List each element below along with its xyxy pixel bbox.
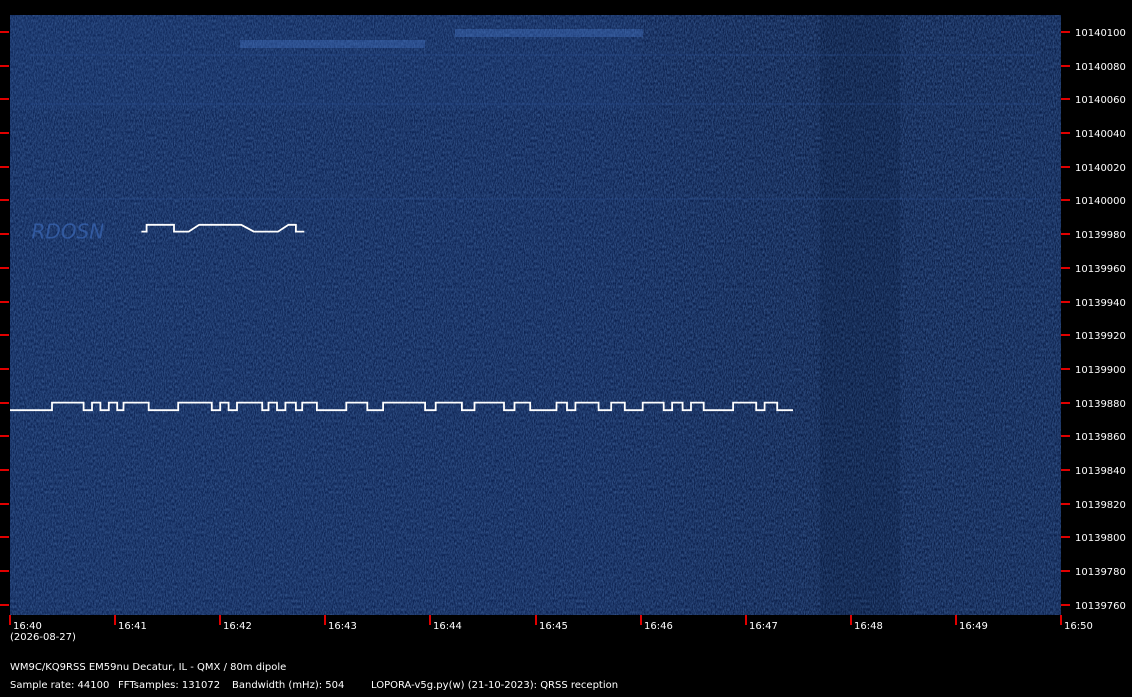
y-tick-label: 10139900 xyxy=(1075,365,1126,376)
x-tick-label: 16:46 xyxy=(644,621,673,632)
y-tick-label: 10139860 xyxy=(1075,432,1126,443)
x-axis: 16:40 16:41 16:42 16:43 16:44 16:45 16:46 16:47… xyxy=(9,615,1093,632)
x-tick-label: 16:41 xyxy=(118,621,147,632)
x-tick-label: 16:44 xyxy=(433,621,462,632)
bandwidth: Bandwidth (mHz): 504 xyxy=(232,680,345,691)
x-tick-label: 16:48 xyxy=(854,621,883,632)
y-tick-label: 10139820 xyxy=(1075,500,1126,511)
station-line: WM9C/KQ9RSS EM59nu Decatur, IL - QMX / 8… xyxy=(10,662,287,673)
y-tick-label: 10140060 xyxy=(1075,95,1126,106)
faint-signal-band xyxy=(455,29,643,37)
lower-dark-band xyxy=(820,15,900,615)
y-tick-label: 10140040 xyxy=(1075,129,1126,140)
y-tick-label: 10139780 xyxy=(1075,567,1126,578)
y-tick-label: 10140100 xyxy=(1075,28,1126,39)
y-tick-label: 10140000 xyxy=(1075,196,1126,207)
plot-area: RDOSN xyxy=(10,15,1061,615)
x-tick-label: 16:49 xyxy=(959,621,988,632)
y-tick-label: 10139960 xyxy=(1075,264,1126,275)
y-tick-label: 10139880 xyxy=(1075,399,1126,410)
x-tick-label: 16:42 xyxy=(223,621,252,632)
y-tick-label: 10139760 xyxy=(1075,601,1126,612)
x-tick-label: 16:40 xyxy=(13,621,42,632)
software-line: LOPORA-v5g.py(w) (21-10-2023): QRSS rece… xyxy=(371,680,619,691)
y-tick-label: 10139920 xyxy=(1075,331,1126,342)
y-tick-label: 10139940 xyxy=(1075,298,1126,309)
date-label: (2026-08-27) xyxy=(10,632,76,643)
waterfall-chart: RDOSN 10140100 10140080 10140060 10140040 10… xyxy=(0,15,1126,643)
faint-signal-band xyxy=(240,40,425,48)
y-tick-label: 10139800 xyxy=(1075,533,1126,544)
faint-mark-text: RDOSN xyxy=(32,219,105,243)
y-tick-label: 10139840 xyxy=(1075,466,1126,477)
sample-rate: Sample rate: 44100 xyxy=(10,680,110,691)
y-tick-label: 10139980 xyxy=(1075,230,1126,241)
x-tick-label: 16:45 xyxy=(539,621,568,632)
x-tick-label: 16:50 xyxy=(1064,621,1093,632)
fft-samples: FFTsamples: 131072 xyxy=(118,680,221,691)
x-tick-label: 16:43 xyxy=(328,621,357,632)
y-tick-label: 10140020 xyxy=(1075,163,1126,174)
x-tick-label: 16:47 xyxy=(749,621,778,632)
y-tick-label: 10140080 xyxy=(1075,62,1126,73)
